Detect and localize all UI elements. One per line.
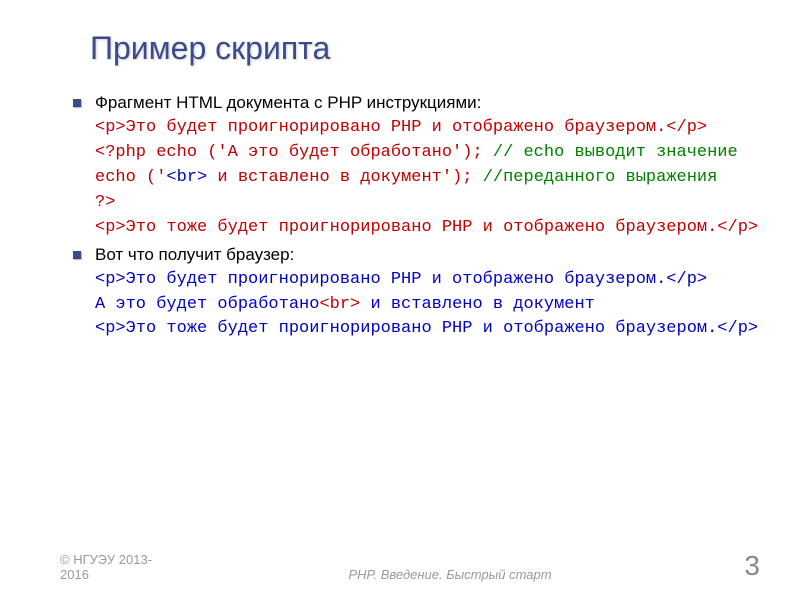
code-line-3d: //переданного выражения [483,168,718,187]
code-line-5: <p>Это тоже будет проигнорировано PHP и … [95,218,758,237]
slide-content: Фрагмент HTML документа с PHP инструкция… [95,92,760,341]
bullet-1-intro: Фрагмент HTML документа с PHP инструкция… [95,93,481,112]
out-line-2a: А это будет обработано [95,295,319,314]
bullet-2-intro: Вот что получит браузер: [95,245,294,264]
slide-title: Пример скрипта [90,30,760,67]
code-line-4: ?> [95,193,115,212]
footer-copyright: © НГУЭУ 2013- 2016 [60,552,180,582]
out-line-1: <p>Это будет проигнорировано PHP и отобр… [95,270,707,289]
code-line-1: <p>Это будет проигнорировано PHP и отобр… [95,118,707,137]
out-line-2c: и вставлено в документ [360,295,595,314]
footer-subtitle: PHP. Введение. Быстрый старт [180,567,720,582]
code-line-3b: <br> [166,168,207,187]
code-line-3a: echo (' [95,168,166,187]
footer-left-2: 2016 [60,567,89,582]
footer-left-1: © НГУЭУ 2013- [60,552,152,567]
code-line-3c: и вставлено в документ'); [207,168,482,187]
out-line-2b: <br> [319,295,360,314]
code-line-2b: // echo выводит значение [493,143,738,162]
bullet-2: Вот что получит браузер: <p>Это будет пр… [95,244,760,342]
slide: Пример скрипта Фрагмент HTML документа с… [0,0,800,600]
code-line-2a: <?php echo ('А это будет обработано'); [95,143,493,162]
footer: © НГУЭУ 2013- 2016 PHP. Введение. Быстры… [60,550,760,582]
out-line-3: <p>Это тоже будет проигнорировано PHP и … [95,319,758,338]
bullet-1: Фрагмент HTML документа с PHP инструкция… [95,92,760,240]
page-number: 3 [720,550,760,582]
